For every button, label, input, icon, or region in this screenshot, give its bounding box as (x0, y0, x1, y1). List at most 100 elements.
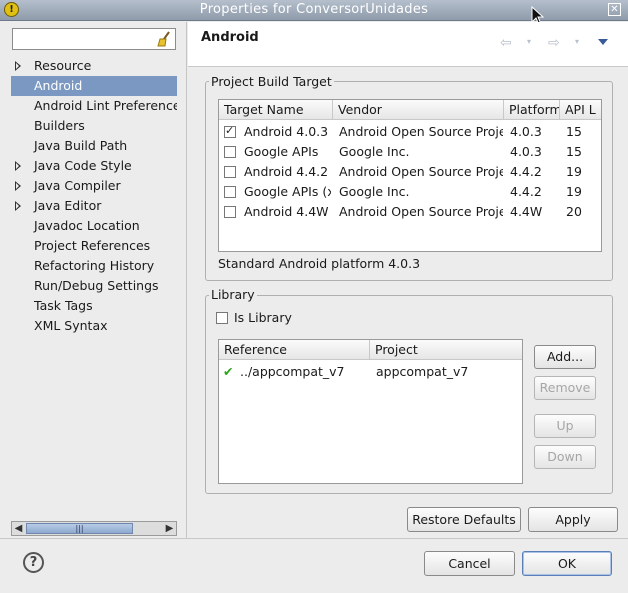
target-vendor-cell: Android Open Source Project (339, 164, 503, 179)
target-vendor-cell: Android Open Source Project (339, 124, 503, 139)
column-header-api-level[interactable]: API L (560, 100, 601, 120)
scroll-left-icon[interactable]: ◀ (12, 522, 25, 535)
page-header: Android ⇦ ▾ ⇨ ▾ (188, 22, 628, 67)
target-vendor-cell: Android Open Source Project (339, 204, 503, 219)
target-description: Standard Android platform 4.0.3 (218, 256, 421, 271)
apply-button[interactable]: Apply (528, 507, 618, 532)
column-header-vendor[interactable]: Vendor (333, 100, 504, 120)
forward-history-dropdown-icon[interactable]: ▾ (575, 37, 579, 46)
sidebar-item-android[interactable]: Android (11, 76, 177, 96)
target-api-cell: 15 (566, 144, 582, 159)
move-down-button[interactable]: Down (534, 445, 596, 469)
sidebar-item-label: Refactoring History (34, 258, 155, 273)
remove-library-button[interactable]: Remove (534, 376, 596, 400)
sidebar-item-label: XML Syntax (34, 318, 108, 333)
sidebar-item-java-code-style[interactable]: Java Code Style (11, 156, 177, 176)
build-target-group-label: Project Build Target (209, 74, 334, 89)
target-api-cell: 19 (566, 164, 582, 179)
target-checkbox[interactable] (224, 166, 236, 178)
sidebar-item-label: Android (34, 78, 83, 93)
target-checkbox[interactable] (224, 124, 236, 138)
target-api-cell: 15 (566, 124, 582, 139)
sidebar-item-label: Java Code Style (34, 158, 132, 173)
move-up-button[interactable]: Up (534, 414, 596, 438)
scroll-right-icon[interactable]: ▶ (163, 522, 176, 535)
filter-field[interactable] (12, 28, 176, 50)
back-history-dropdown-icon[interactable]: ▾ (527, 37, 531, 46)
sidebar-item-label: Task Tags (34, 298, 93, 313)
page-title: Android (201, 30, 259, 45)
sidebar-item-android-lint-preferences[interactable]: Android Lint Preferences (11, 96, 177, 116)
sidebar-item-javadoc-location[interactable]: Javadoc Location (11, 216, 177, 236)
sidebar-item-xml-syntax[interactable]: XML Syntax (11, 316, 177, 336)
target-platform-cell: 4.0.3 (510, 124, 542, 139)
sidebar-item-label: Javadoc Location (34, 218, 140, 233)
sidebar-item-label: Run/Debug Settings (34, 278, 159, 293)
ok-button[interactable]: OK (522, 551, 612, 576)
restore-defaults-button[interactable]: Restore Defaults (407, 507, 521, 532)
target-name-cell: Google APIs (244, 144, 319, 159)
sidebar-item-label: Resource (34, 58, 92, 73)
add-library-button[interactable]: Add... (534, 345, 596, 369)
target-api-cell: 19 (566, 184, 582, 199)
target-checkbox[interactable] (224, 186, 236, 198)
pane-divider[interactable] (186, 22, 187, 538)
divider (0, 538, 628, 539)
target-platform-cell: 4.4.2 (510, 184, 542, 199)
target-vendor-cell: Google Inc. (339, 144, 410, 159)
sidebar-item-label: Builders (34, 118, 85, 133)
help-icon[interactable]: ? (23, 552, 44, 573)
filter-input[interactable] (16, 30, 156, 48)
sidebar-item-label: Java Build Path (34, 138, 128, 153)
column-header-project[interactable]: Project (370, 340, 522, 360)
tree-horizontal-scrollbar[interactable]: ◀ ||| ▶ (11, 521, 177, 536)
sidebar-item-builders[interactable]: Builders (11, 116, 177, 136)
target-name-cell: Google APIs (x86 System Image) (244, 184, 331, 199)
back-arrow-icon[interactable]: ⇦ (500, 35, 512, 51)
target-platform-cell: 4.0.3 (510, 144, 542, 159)
target-vendor-cell: Google Inc. (339, 184, 410, 199)
target-name-cell: Android 4.4.2 (244, 164, 329, 179)
close-icon[interactable]: ✕ (608, 3, 621, 16)
view-menu-icon[interactable] (598, 39, 608, 45)
target-checkbox[interactable] (224, 146, 236, 158)
target-platform-cell: 4.4W (510, 204, 543, 219)
library-group-label: Library (209, 287, 257, 302)
check-ok-icon: ✔ (223, 364, 234, 379)
sidebar-item-resource[interactable]: Resource (11, 56, 177, 76)
sidebar-item-java-compiler[interactable]: Java Compiler (11, 176, 177, 196)
target-checkbox[interactable] (224, 206, 236, 218)
target-platform-cell: 4.4.2 (510, 164, 542, 179)
expand-arrow-icon[interactable] (15, 181, 21, 191)
column-header-reference[interactable]: Reference (219, 340, 370, 360)
expand-arrow-icon[interactable] (15, 161, 21, 171)
column-header-target-name[interactable]: Target Name (219, 100, 333, 120)
sidebar-item-java-editor[interactable]: Java Editor (11, 196, 177, 216)
target-api-cell: 20 (566, 204, 582, 219)
sidebar-item-label: Java Compiler (34, 178, 121, 193)
target-name-cell: Android 4.0.3 (244, 124, 329, 139)
cancel-button[interactable]: Cancel (424, 551, 515, 576)
is-library-label: Is Library (234, 310, 292, 325)
sidebar-item-project-references[interactable]: Project References (11, 236, 177, 256)
build-target-table[interactable]: Target Name Vendor Platform API L Androi… (218, 99, 602, 252)
project-cell: appcompat_v7 (376, 364, 469, 379)
property-page-tree[interactable]: Resource Android Android Lint Preferences B… (11, 56, 177, 336)
reference-cell: ../appcompat_v7 (240, 364, 345, 379)
sidebar-item-java-build-path[interactable]: Java Build Path (11, 136, 177, 156)
sidebar-item-run-debug-settings[interactable]: Run/Debug Settings (11, 276, 177, 296)
forward-arrow-icon[interactable]: ⇨ (548, 35, 560, 51)
is-library-checkbox[interactable] (216, 312, 228, 324)
sidebar-item-label: Android Lint Preferences (34, 98, 177, 113)
target-name-cell: Android 4.4W (244, 204, 329, 219)
sidebar-item-label: Java Editor (34, 198, 102, 213)
sidebar-item-task-tags[interactable]: Task Tags (11, 296, 177, 316)
clear-filter-icon[interactable] (156, 31, 172, 47)
expand-arrow-icon[interactable] (15, 61, 21, 71)
scroll-thumb[interactable]: ||| (26, 523, 133, 534)
column-header-platform[interactable]: Platform (504, 100, 560, 120)
sidebar-item-label: Project References (34, 238, 151, 253)
library-reference-table[interactable]: Reference Project ✔ ../appcompat_v7 appc… (218, 339, 523, 484)
sidebar-item-refactoring-history[interactable]: Refactoring History (11, 256, 177, 276)
expand-arrow-icon[interactable] (15, 201, 21, 211)
